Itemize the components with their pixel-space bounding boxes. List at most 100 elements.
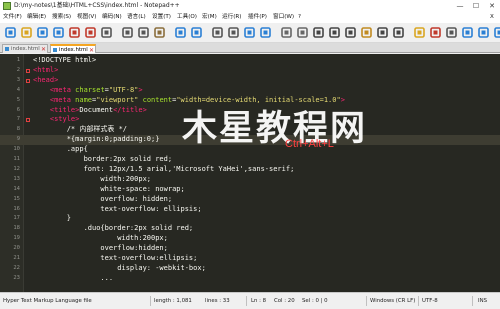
menu-run[interactable]: 运行(R) xyxy=(222,12,241,23)
code-text: ... xyxy=(33,273,114,282)
play-macro-icon[interactable] xyxy=(461,26,474,39)
code-line[interactable]: 18 .duo{border:2px solid red; xyxy=(0,224,500,234)
code-line[interactable]: 17 } xyxy=(0,214,500,224)
minimize-button[interactable]: — xyxy=(452,0,468,12)
code-line[interactable]: 19 width:200px; xyxy=(0,234,500,244)
status-length: length : 1,081 xyxy=(154,298,192,304)
menu-tools[interactable]: 工具(O) xyxy=(177,12,197,23)
watermark: 木星教程网 xyxy=(182,109,368,149)
word-wrap-icon[interactable] xyxy=(312,26,325,39)
menu-macro[interactable]: 宏(M) xyxy=(202,12,217,23)
print-icon[interactable] xyxy=(100,26,113,39)
doc-map-icon[interactable] xyxy=(376,26,389,39)
line-number: 11 xyxy=(13,156,20,162)
paste-icon[interactable] xyxy=(153,26,166,39)
save-all-icon[interactable] xyxy=(52,26,65,39)
code-text: } xyxy=(33,214,71,223)
line-number: 4 xyxy=(16,86,20,93)
code-text: border:2px solid red; xyxy=(33,155,173,163)
close-icon[interactable] xyxy=(68,26,81,39)
code-line[interactable]: 2 <html> xyxy=(0,66,500,76)
function-list-icon[interactable] xyxy=(392,26,405,39)
code-line[interactable]: 22 display: -webkit-box; xyxy=(0,264,500,274)
fold-toggle-icon[interactable] xyxy=(26,68,30,73)
cut-icon[interactable] xyxy=(121,26,134,39)
close-all-icon[interactable] xyxy=(84,26,97,39)
line-number: 9 xyxy=(16,136,20,143)
line-number: 16 xyxy=(13,205,20,212)
tab-index-html-2[interactable]: index.html ✕ xyxy=(50,44,96,54)
udl-icon[interactable] xyxy=(360,26,373,39)
code-line[interactable]: 16 text-overflow: ellipsis; xyxy=(0,205,500,215)
code-line[interactable]: 20 overflow:hidden; xyxy=(0,244,500,254)
line-number: 8 xyxy=(16,126,20,133)
stop-macro-icon[interactable] xyxy=(445,26,458,39)
code-line[interactable]: 21 text-overflow:ellipsis; xyxy=(0,254,500,264)
menu-search[interactable]: 搜索(S) xyxy=(52,12,71,23)
find-icon[interactable] xyxy=(211,26,224,39)
menu-settings[interactable]: 设置(T) xyxy=(152,12,171,23)
title-bar: D:\my-notes\1基础\HTML+CSS\index.html - No… xyxy=(0,0,500,12)
code-line[interactable]: 15 overflow: hidden; xyxy=(0,195,500,205)
fold-toggle-icon[interactable] xyxy=(26,118,30,123)
code-text: .app{ xyxy=(33,145,88,154)
code-text: width:200px; xyxy=(33,234,168,243)
code-text: white-space: nowrap; xyxy=(33,184,185,193)
code-line[interactable]: 23 ... xyxy=(0,274,500,284)
menu-edit[interactable]: 编辑(E) xyxy=(27,12,46,23)
status-col: Col : 20 xyxy=(274,298,295,304)
code-line[interactable]: 1 <!DOCTYPE html> xyxy=(0,56,500,66)
code-line[interactable]: 11 border:2px solid red; xyxy=(0,155,500,165)
save-macro-icon[interactable] xyxy=(493,26,500,39)
line-number: 20 xyxy=(13,245,20,252)
folder-workspace-icon[interactable] xyxy=(413,26,426,39)
menu-language[interactable]: 语言(L) xyxy=(127,12,146,23)
line-number: 3 xyxy=(16,76,20,83)
new-file-icon[interactable] xyxy=(4,26,17,39)
save-icon[interactable] xyxy=(36,26,49,39)
indent-guide-icon[interactable] xyxy=(344,26,357,39)
undo-icon[interactable] xyxy=(174,26,187,39)
line-number: 14 xyxy=(13,185,20,192)
code-line[interactable]: 3 <head> xyxy=(0,76,500,86)
status-ln: Ln : 8 xyxy=(251,298,267,304)
sync-h-icon[interactable] xyxy=(296,26,309,39)
show-all-chars-icon[interactable] xyxy=(328,26,341,39)
close-window-button[interactable]: ✕ xyxy=(484,0,500,12)
tab-bar: index.html ✕ index.html ✕ xyxy=(0,43,500,54)
menu-file[interactable]: 文件(F) xyxy=(3,12,22,23)
sync-v-icon[interactable] xyxy=(280,26,293,39)
line-number: 15 xyxy=(13,195,20,202)
line-number: 2 xyxy=(16,66,20,73)
menu-encoding[interactable]: 编码(N) xyxy=(102,12,122,23)
tab-close-icon[interactable]: ✕ xyxy=(41,45,46,54)
line-number: 13 xyxy=(13,175,20,182)
code-text: <head> xyxy=(33,75,59,84)
file-icon xyxy=(53,48,57,52)
code-line[interactable]: 4 <meta charset="UTF-8"> xyxy=(0,86,500,96)
menu-plugins[interactable]: 插件(P) xyxy=(248,12,267,23)
code-editor[interactable]: 1 <!DOCTYPE html> 2 <html> 3 <head> 4 <meta ch… xyxy=(0,54,500,292)
menu-view[interactable]: 视图(V) xyxy=(77,12,96,23)
menu-window[interactable]: 窗口(W) xyxy=(273,12,294,23)
code-line[interactable]: 14 white-space: nowrap; xyxy=(0,185,500,195)
maximize-button[interactable]: ☐ xyxy=(468,0,484,12)
code-line[interactable]: 12 font: 12px/1.5 arial,'Microsoft YaHei… xyxy=(0,165,500,175)
menu-help[interactable]: ? xyxy=(298,12,301,23)
line-number: 19 xyxy=(13,235,20,242)
open-file-icon[interactable] xyxy=(20,26,33,39)
zoom-in-icon[interactable] xyxy=(243,26,256,39)
tab-index-html-1[interactable]: index.html ✕ xyxy=(2,44,48,53)
replace-icon[interactable] xyxy=(227,26,240,39)
zoom-out-icon[interactable] xyxy=(259,26,272,39)
fold-toggle-icon[interactable] xyxy=(26,78,30,83)
run-macro-icon[interactable] xyxy=(477,26,490,39)
code-line[interactable]: 13 width:200px; xyxy=(0,175,500,185)
redo-icon[interactable] xyxy=(190,26,203,39)
toolbar xyxy=(0,23,500,43)
divider xyxy=(418,296,419,306)
notepadpp-icon xyxy=(3,2,11,10)
copy-icon[interactable] xyxy=(137,26,150,39)
record-macro-icon[interactable] xyxy=(429,26,442,39)
close-document-button[interactable]: X xyxy=(490,12,494,23)
